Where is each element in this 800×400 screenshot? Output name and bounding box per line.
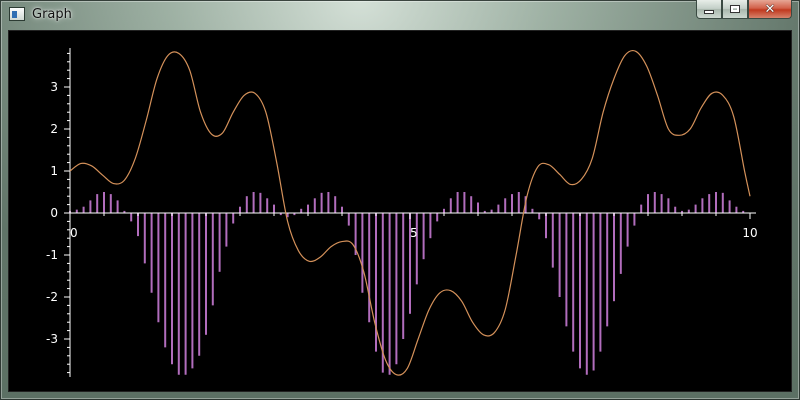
minimize-icon — [704, 10, 714, 14]
bar-series — [69, 192, 745, 375]
minimize-button[interactable] — [696, 0, 722, 19]
x-tick-label: 0 — [70, 226, 78, 240]
app-window-icon[interactable] — [9, 7, 25, 21]
y-tick-label: 2 — [50, 122, 58, 136]
caption-buttons: ✕ — [696, 0, 792, 20]
y-tick-label: -1 — [46, 248, 58, 262]
x-tick-label: 5 — [410, 226, 418, 240]
window-title: Graph — [32, 7, 72, 22]
graph-area: -3 -2 -1 0 1 2 3 0 5 10 — [8, 30, 792, 392]
maximize-icon — [730, 5, 740, 13]
y-tick-label: 0 — [50, 206, 58, 220]
y-tick-label: -3 — [46, 332, 58, 346]
close-icon: ✕ — [764, 1, 776, 17]
y-tick-label: -2 — [46, 290, 58, 304]
y-tick-label: 1 — [50, 164, 58, 178]
application-window: Graph ✕ -3 -2 -1 0 1 2 3 0 5 10 — [0, 0, 800, 400]
graph-chart: -3 -2 -1 0 1 2 3 0 5 10 — [46, 48, 758, 377]
y-tick-label: 3 — [50, 80, 58, 94]
x-tick-label: 10 — [742, 226, 757, 240]
close-button[interactable]: ✕ — [748, 0, 792, 19]
maximize-button[interactable] — [722, 0, 748, 19]
title-bar[interactable]: Graph ✕ — [0, 0, 800, 30]
